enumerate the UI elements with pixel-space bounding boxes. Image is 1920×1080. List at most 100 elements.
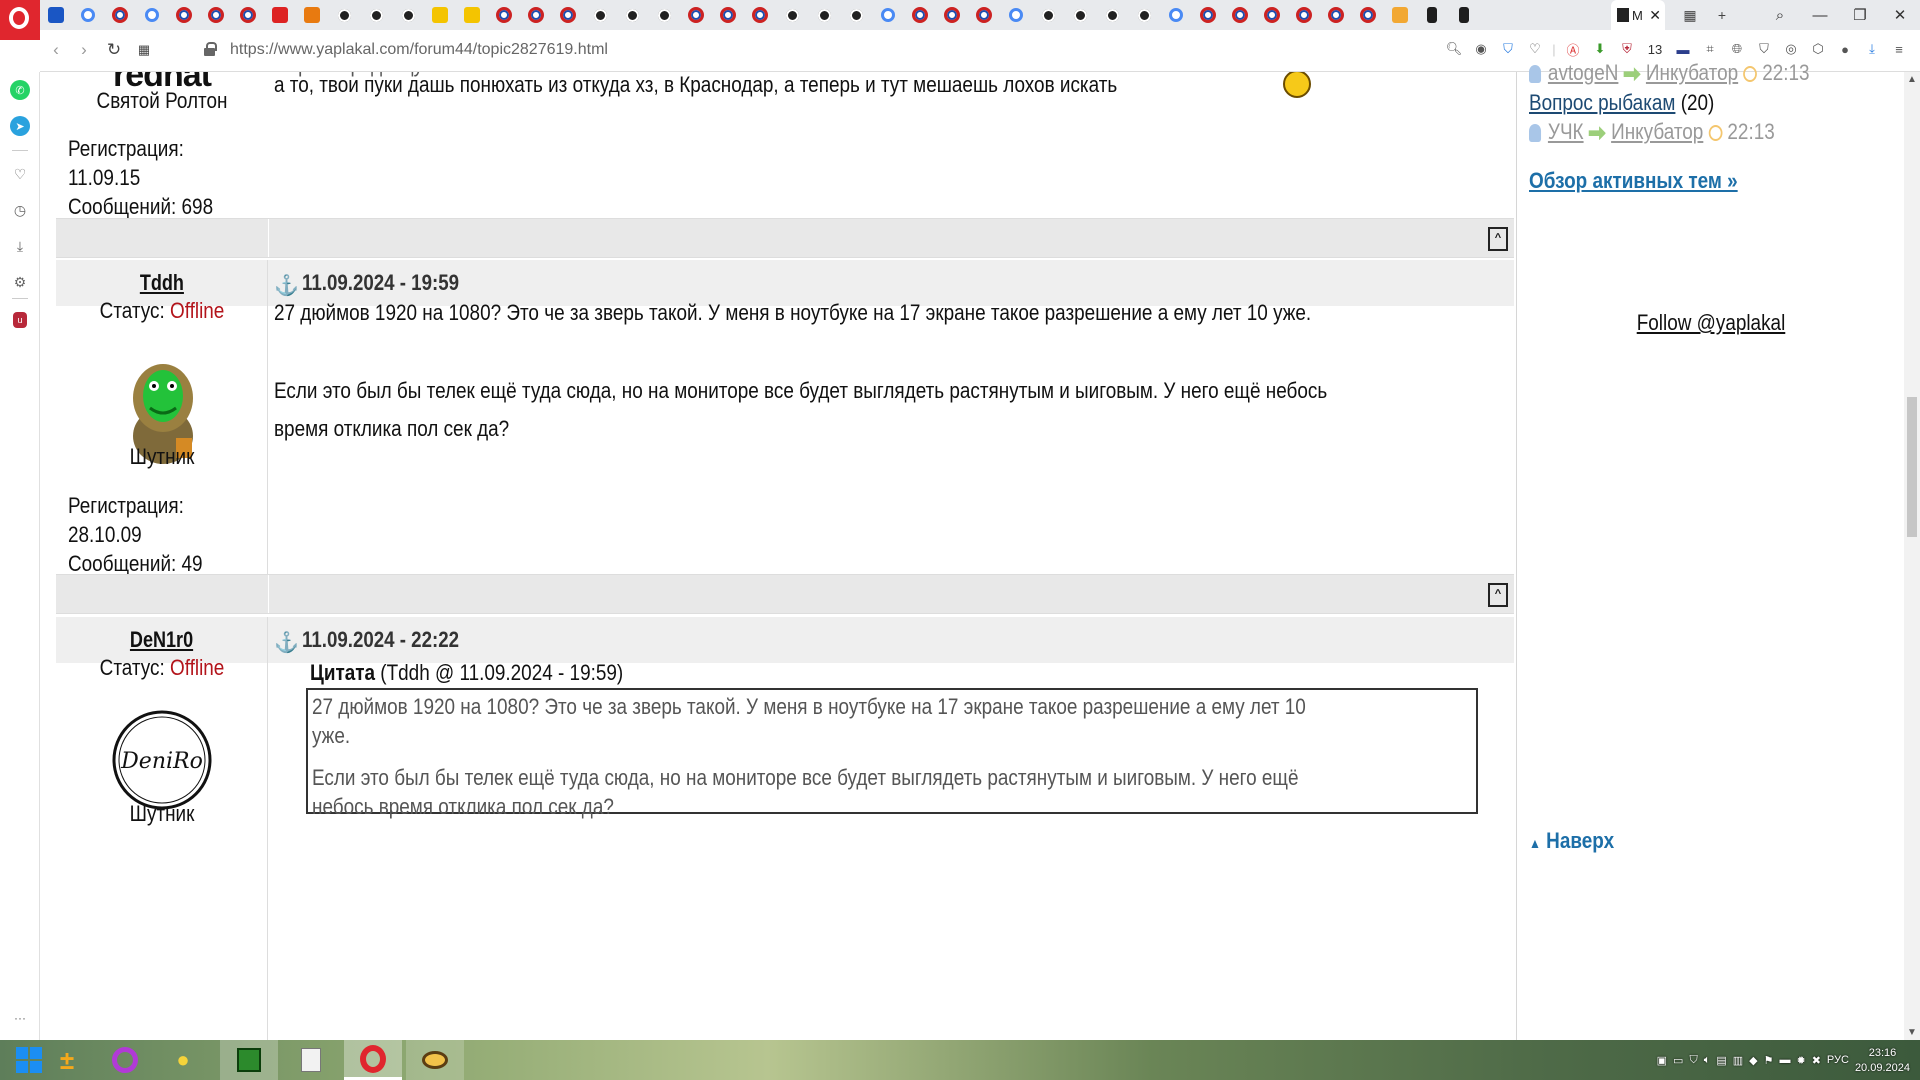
clock[interactable]: 23:16 20.09.2024 — [1855, 1045, 1910, 1075]
cube-icon[interactable]: ⬡ — [1807, 38, 1829, 60]
tray-russia-flag-icon[interactable]: ▬ — [1779, 1054, 1790, 1066]
translate-icon[interactable]: ⌗ — [1699, 38, 1721, 60]
tab-yaplakal[interactable] — [1256, 0, 1288, 30]
tab-dark-site[interactable] — [648, 0, 680, 30]
tab-yaplakal[interactable] — [1320, 0, 1352, 30]
tab-dark-site[interactable] — [360, 0, 392, 30]
telegram-icon[interactable]: ➤ — [10, 116, 30, 136]
shield-check-icon[interactable]: ⛉ — [1753, 38, 1775, 60]
tab-yaplakal[interactable] — [1224, 0, 1256, 30]
tab-dark-site[interactable] — [616, 0, 648, 30]
tab-yaplakal[interactable] — [168, 0, 200, 30]
tray-app-icon[interactable]: ◆ — [1749, 1054, 1757, 1067]
tab-yellow-site[interactable] — [456, 0, 488, 30]
tab-dark-site[interactable] — [808, 0, 840, 30]
topic-user-link[interactable]: УЧК — [1548, 119, 1584, 144]
restore-button[interactable]: ❐ — [1840, 0, 1880, 30]
tab-yaplakal[interactable] — [232, 0, 264, 30]
scroll-top-button[interactable]: ^ — [1488, 227, 1508, 251]
opera-logo-icon[interactable] — [0, 0, 40, 40]
menu-icon[interactable]: ≡ — [1888, 38, 1910, 60]
forward-icon[interactable]: › — [70, 36, 98, 64]
topic-user-link[interactable]: avtogeN — [1548, 60, 1618, 85]
tab-yaplakal[interactable] — [904, 0, 936, 30]
tab-google[interactable] — [72, 0, 104, 30]
minimize-button[interactable]: — — [1800, 0, 1840, 30]
tab-yaplakal[interactable] — [1192, 0, 1224, 30]
scroll-up-icon[interactable]: ▲ — [1907, 74, 1917, 85]
tab-red-site[interactable] — [264, 0, 296, 30]
search-tabs-icon[interactable]: ⌕ — [1760, 0, 1800, 30]
tab-yaplakal[interactable] — [744, 0, 776, 30]
taskbar-app-eye[interactable] — [406, 1040, 464, 1080]
profile-icon[interactable]: ● — [1834, 38, 1856, 60]
tab-close-icon[interactable]: ✕ — [1649, 7, 1661, 24]
history-icon[interactable]: ◷ — [10, 200, 30, 220]
whatsapp-icon[interactable]: ✆ — [10, 80, 30, 100]
tab-yaplakal[interactable] — [488, 0, 520, 30]
taskbar-app-ring[interactable] — [96, 1040, 154, 1080]
tab-dark-site[interactable] — [1096, 0, 1128, 30]
tab-yellow-site[interactable] — [424, 0, 456, 30]
reload-icon[interactable]: ↻ — [100, 36, 128, 64]
tab-dark-site[interactable] — [1032, 0, 1064, 30]
tab-home[interactable] — [1384, 0, 1416, 30]
tray-sun-icon[interactable]: ✹ — [1796, 1054, 1805, 1067]
tab-dark-site[interactable] — [1064, 0, 1096, 30]
author-link[interactable]: DeN1r0 — [130, 627, 193, 653]
topic-forum-link[interactable]: Инкубатор — [1646, 60, 1738, 85]
tab-yaplakal[interactable] — [200, 0, 232, 30]
tab-google[interactable] — [872, 0, 904, 30]
tray-monitor-icon[interactable]: ▭ — [1673, 1054, 1683, 1067]
sidebar-more-icon[interactable]: ··· — [10, 1008, 30, 1028]
tab-google[interactable] — [1160, 0, 1192, 30]
tab-yaplakal[interactable] — [680, 0, 712, 30]
tab-yap[interactable] — [1448, 0, 1480, 30]
back-icon[interactable]: ‹ — [42, 36, 70, 64]
anchor-icon[interactable]: ⚓ — [274, 630, 299, 655]
scrollbar-thumb[interactable] — [1907, 397, 1917, 537]
new-tab-button[interactable]: + — [1706, 7, 1738, 23]
tray-terminal-icon[interactable]: ▣ — [1657, 1054, 1667, 1067]
taskbar-app-save[interactable] — [220, 1040, 278, 1080]
taskbar-app-bulb[interactable]: ● — [154, 1040, 212, 1080]
tray-flag-icon[interactable]: ⚑ — [1764, 1054, 1774, 1067]
keyboard-language[interactable]: РУС — [1827, 1054, 1849, 1066]
tab-dark-site[interactable] — [840, 0, 872, 30]
back-to-top-link[interactable]: ▲ Наверх — [1529, 828, 1614, 854]
url-field[interactable]: https://www.yaplakal.com/forum44/topic28… — [230, 41, 608, 59]
tab-yap[interactable] — [1416, 0, 1448, 30]
ublock-icon[interactable]: ⛨ — [1616, 38, 1638, 60]
tab-ru-site[interactable] — [296, 0, 328, 30]
tab-google[interactable] — [136, 0, 168, 30]
eye-icon[interactable]: ◎ — [1780, 38, 1802, 60]
close-window-button[interactable]: ✕ — [1880, 0, 1920, 30]
tray-shield-icon[interactable]: ⛉ — [1689, 1054, 1697, 1067]
tab-yaplakal[interactable] — [1352, 0, 1384, 30]
scroll-top-button[interactable]: ^ — [1488, 583, 1508, 607]
tray-network-icon[interactable]: ▤ — [1716, 1054, 1726, 1067]
active-tab[interactable]: М ✕ — [1611, 0, 1665, 30]
author-link[interactable]: Tddh — [140, 270, 184, 296]
tab-yaplakal[interactable] — [104, 0, 136, 30]
taskbar-opera[interactable] — [344, 1040, 402, 1080]
tab-grid-icon[interactable]: ▦ — [1674, 7, 1706, 24]
zoom-icon[interactable]: 🔍︎ — [1443, 38, 1465, 60]
tray-mute-icon[interactable]: ✖ — [1812, 1054, 1821, 1067]
tab-yaplakal[interactable] — [968, 0, 1000, 30]
speed-dial-icon[interactable]: ▦ — [130, 36, 158, 64]
page-scrollbar[interactable]: ▲ ▼ — [1904, 72, 1920, 1040]
tab-dark-site[interactable] — [392, 0, 424, 30]
downloads-icon[interactable]: ⤓ — [10, 236, 30, 256]
tab-yaplakal[interactable] — [520, 0, 552, 30]
shield-icon[interactable]: ⛉ — [1497, 38, 1519, 60]
topic-link[interactable]: Вопрос рыбакам — [1529, 90, 1675, 115]
downloads-icon[interactable]: ⤓ — [1861, 38, 1883, 60]
tab-yaplakal[interactable] — [712, 0, 744, 30]
overview-active-topics-link[interactable]: Обзор активных тем » — [1529, 168, 1738, 194]
favorites-heart-icon[interactable]: ♡ — [10, 164, 30, 184]
tab-mail[interactable] — [40, 0, 72, 30]
adblock-icon[interactable]: Ⓐ — [1562, 38, 1584, 60]
follow-twitter-link[interactable]: Follow @yaplakal — [1544, 310, 1878, 336]
tab-dark-site[interactable] — [328, 0, 360, 30]
